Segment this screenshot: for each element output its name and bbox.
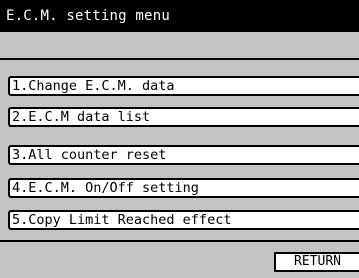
ecm-setting-screen: E.C.M. setting menu 1.Change E.C.M. data… [0, 0, 359, 278]
menu-item-copy-limit-reached-effect[interactable]: 5.Copy Limit Reached effect [8, 210, 359, 230]
menu-item-ecm-on-off-setting[interactable]: 4.E.C.M. On/Off setting [8, 178, 359, 198]
page-title: E.C.M. setting menu [0, 0, 359, 32]
top-divider [0, 58, 359, 60]
menu-item-change-ecm-data[interactable]: 1.Change E.C.M. data [8, 76, 359, 96]
bottom-divider [0, 240, 359, 242]
return-button[interactable]: RETURN [274, 252, 359, 272]
menu-item-all-counter-reset[interactable]: 3.All counter reset [8, 145, 359, 165]
menu-item-ecm-data-list[interactable]: 2.E.C.M data list [8, 107, 359, 127]
